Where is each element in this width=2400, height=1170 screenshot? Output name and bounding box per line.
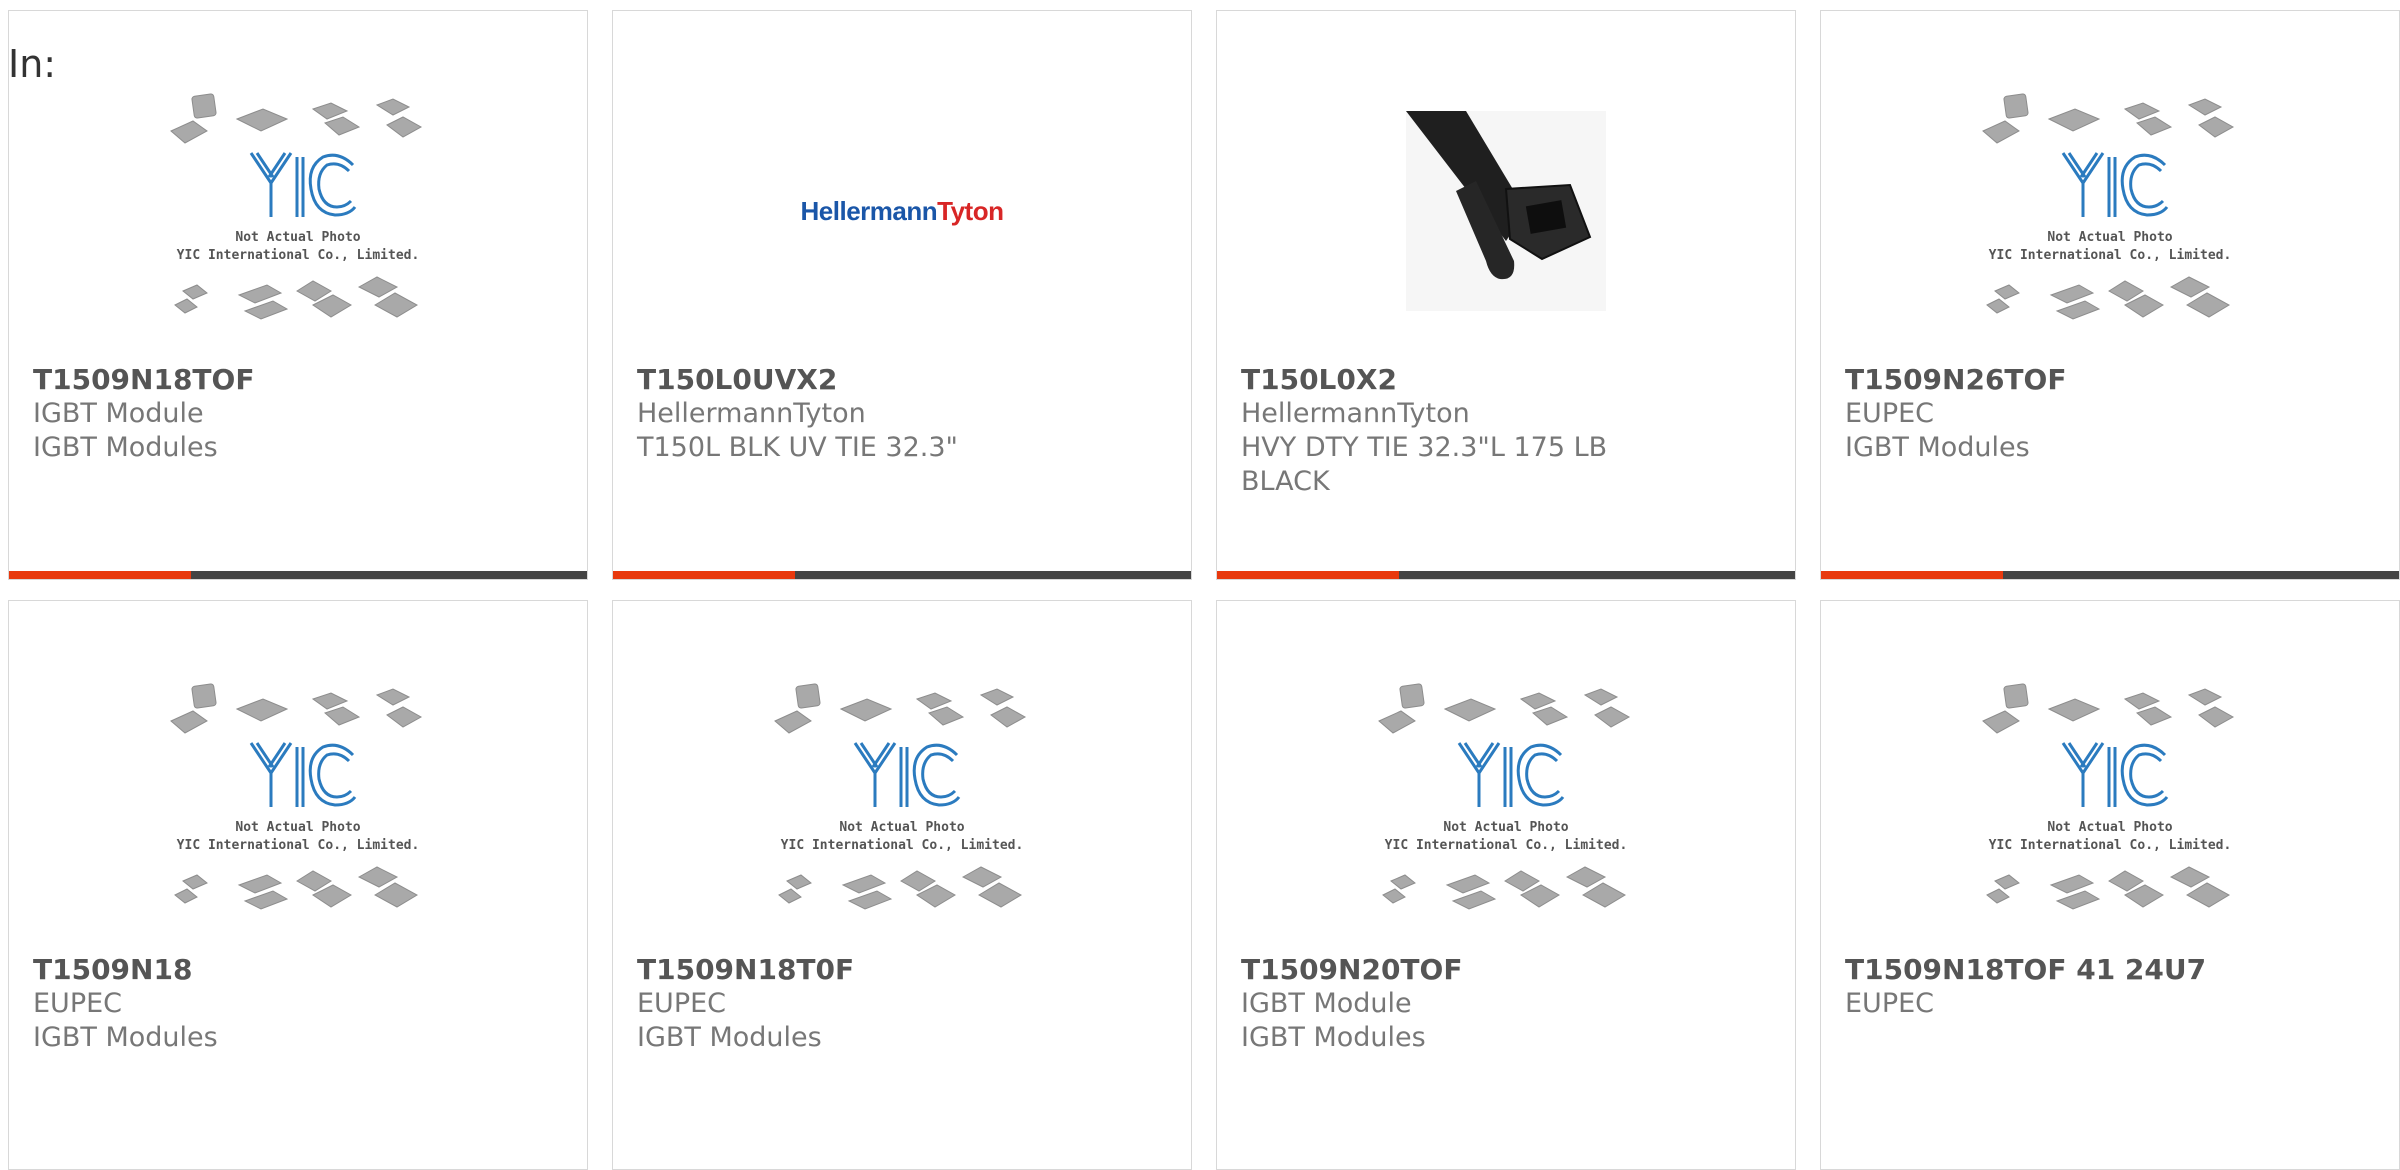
product-card[interactable]: HellermannTyton T150L0UVX2 HellermannTyton…	[612, 10, 1192, 580]
part-number[interactable]: T150L0UVX2	[637, 363, 1171, 397]
product-thumbnail[interactable]: Not Actual Photo YIC International Co., …	[613, 681, 1191, 921]
card-accent-bar	[9, 571, 191, 579]
placeholder-image: Not Actual Photo YIC International Co., …	[170, 683, 423, 910]
placeholder-image: Not Actual Photo YIC International Co., …	[774, 683, 1027, 910]
description: BLACK	[1241, 466, 1330, 497]
product-thumbnail[interactable]: Not Actual Photo YIC International Co., …	[9, 91, 587, 331]
part-number[interactable]: T150L0X2	[1241, 363, 1775, 397]
manufacturer: EUPEC	[33, 988, 123, 1019]
description: T150L BLK UV TIE 32.3"	[637, 432, 958, 463]
card-accent-bar	[613, 571, 795, 579]
placeholder-caption-2: YIC International Co., Limited.	[177, 248, 420, 263]
part-number[interactable]: T1509N18TOF 41 24U7	[1845, 953, 2379, 987]
product-card[interactable]: Not Actual Photo YIC International Co., …	[1820, 600, 2400, 1170]
manufacturer: EUPEC	[1845, 988, 1935, 1019]
card-accent-bar	[1217, 571, 1399, 579]
manufacturer: EUPEC	[1845, 398, 1935, 429]
placeholder-caption-1: Not Actual Photo	[235, 230, 360, 245]
card-bottom-bar	[9, 571, 587, 579]
part-number[interactable]: T1509N18TOF	[33, 363, 567, 397]
cable-tie-image	[1406, 111, 1606, 311]
product-info: T1509N18TOF IGBT Module IGBT Modules	[33, 363, 567, 465]
placeholder-image: Not Actual Photo YIC International Co., …	[1378, 683, 1631, 910]
card-bottom-bar	[1217, 571, 1795, 579]
description: IGBT Modules	[33, 1022, 218, 1053]
product-thumbnail[interactable]: Not Actual Photo YIC International Co., …	[1821, 681, 2399, 921]
product-card[interactable]: Not Actual Photo YIC International Co., …	[1820, 10, 2400, 580]
placeholder-caption-1: Not Actual Photo	[2047, 820, 2172, 835]
description: IGBT Modules	[33, 432, 218, 463]
placeholder-caption-1: Not Actual Photo	[235, 820, 360, 835]
description: IGBT Modules	[1845, 432, 2030, 463]
placeholder-caption-1: Not Actual Photo	[839, 820, 964, 835]
hellermanntyton-logo: HellermannTyton	[800, 195, 1004, 226]
product-card[interactable]: Not Actual Photo YIC International Co., …	[8, 10, 588, 580]
product-info: T150L0X2 HellermannTyton HVY DTY TIE 32.3"…	[1241, 363, 1775, 499]
product-thumbnail[interactable]: Not Actual Photo YIC International Co., …	[1821, 91, 2399, 331]
manufacturer: EUPEC	[637, 988, 727, 1019]
manufacturer: IGBT Module	[33, 398, 204, 429]
part-number[interactable]: T1509N26TOF	[1845, 363, 2379, 397]
description: IGBT Modules	[1241, 1022, 1426, 1053]
product-info: T1509N18 EUPEC IGBT Modules	[33, 953, 567, 1055]
product-info: T1509N20TOF IGBT Module IGBT Modules	[1241, 953, 1775, 1055]
product-card[interactable]: Not Actual Photo YIC International Co., …	[1216, 600, 1796, 1170]
product-info: T1509N18T0F EUPEC IGBT Modules	[637, 953, 1171, 1055]
placeholder-caption-2: YIC International Co., Limited.	[1989, 248, 2232, 263]
placeholder-caption-1: Not Actual Photo	[1443, 820, 1568, 835]
description: HVY DTY TIE 32.3"L 175 LB	[1241, 432, 1608, 463]
product-card[interactable]: Not Actual Photo YIC International Co., …	[612, 600, 1192, 1170]
product-card[interactable]: T150L0X2 HellermannTyton HVY DTY TIE 32.3"…	[1216, 10, 1796, 580]
product-thumbnail[interactable]: HellermannTyton	[613, 91, 1191, 331]
placeholder-image: Not Actual Photo YIC International Co., …	[170, 93, 423, 320]
manufacturer: HellermannTyton	[637, 398, 866, 429]
product-grid: Not Actual Photo YIC International Co., …	[0, 0, 2400, 1170]
product-info: T1509N26TOF EUPEC IGBT Modules	[1845, 363, 2379, 465]
placeholder-caption-2: YIC International Co., Limited.	[781, 838, 1024, 853]
product-card[interactable]: Not Actual Photo YIC International Co., …	[8, 600, 588, 1170]
manufacturer: IGBT Module	[1241, 988, 1412, 1019]
product-thumbnail[interactable]: Not Actual Photo YIC International Co., …	[1217, 681, 1795, 921]
product-thumbnail[interactable]: Not Actual Photo YIC International Co., …	[9, 681, 587, 921]
card-bottom-bar	[1821, 571, 2399, 579]
description: IGBT Modules	[637, 1022, 822, 1053]
in-label: In:	[8, 42, 57, 86]
product-thumbnail[interactable]	[1217, 91, 1795, 331]
placeholder-caption-2: YIC International Co., Limited.	[1385, 838, 1628, 853]
placeholder-image: Not Actual Photo YIC International Co., …	[1982, 683, 2235, 910]
part-number[interactable]: T1509N18T0F	[637, 953, 1171, 987]
manufacturer: HellermannTyton	[1241, 398, 1470, 429]
card-bottom-bar	[613, 571, 1191, 579]
placeholder-caption-1: Not Actual Photo	[2047, 230, 2172, 245]
part-number[interactable]: T1509N20TOF	[1241, 953, 1775, 987]
product-info: T1509N18TOF 41 24U7 EUPEC	[1845, 953, 2379, 1021]
card-accent-bar	[1821, 571, 2003, 579]
placeholder-caption-2: YIC International Co., Limited.	[1989, 838, 2232, 853]
placeholder-caption-2: YIC International Co., Limited.	[177, 838, 420, 853]
product-info: T150L0UVX2 HellermannTyton T150L BLK UV TI…	[637, 363, 1171, 465]
part-number[interactable]: T1509N18	[33, 953, 567, 987]
placeholder-image: Not Actual Photo YIC International Co., …	[1982, 93, 2235, 320]
